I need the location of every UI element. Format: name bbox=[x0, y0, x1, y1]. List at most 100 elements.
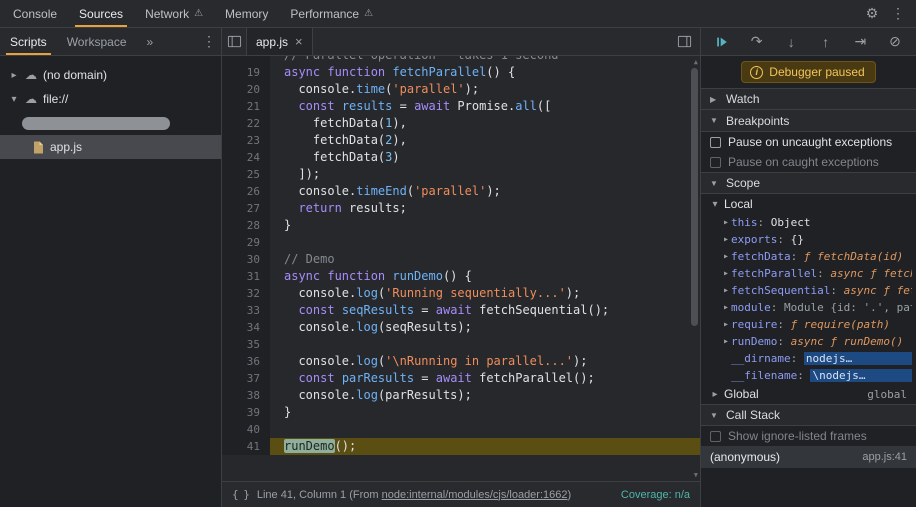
panel-toggle-icon[interactable] bbox=[672, 30, 696, 54]
scroll-up-icon[interactable]: ▲ bbox=[694, 58, 698, 66]
step-icon[interactable]: ⇥ bbox=[850, 33, 870, 50]
tree-item-appjs[interactable]: app.js bbox=[0, 135, 221, 159]
section-watch[interactable]: ▶ Watch bbox=[701, 88, 916, 110]
scope-global-group[interactable]: ▸ Global global bbox=[701, 384, 916, 404]
editor-scrollbar[interactable]: ▲ ▼ bbox=[688, 56, 700, 481]
line-number[interactable]: 27 bbox=[222, 200, 270, 217]
checkbox[interactable] bbox=[710, 137, 721, 148]
code-line[interactable]: 39} bbox=[222, 404, 700, 421]
code-line[interactable]: 21 const results = await Promise.all([ bbox=[222, 98, 700, 115]
expand-arrow-icon[interactable]: ▸ bbox=[721, 319, 731, 330]
expand-arrow-icon[interactable]: ▸ bbox=[721, 336, 731, 347]
expand-arrow-icon[interactable]: ▸ bbox=[721, 251, 731, 262]
code-line[interactable]: 26 console.timeEnd('parallel'); bbox=[222, 183, 700, 200]
tab-workspace[interactable]: Workspace bbox=[57, 28, 137, 55]
code-line[interactable]: 30// Demo bbox=[222, 251, 700, 268]
line-number[interactable]: 19 bbox=[222, 64, 270, 81]
step-into-icon[interactable]: ↓ bbox=[781, 34, 801, 50]
expand-arrow-icon[interactable]: ▸ bbox=[721, 302, 731, 313]
breakpoint-toggle-row[interactable]: Pause on uncaught exceptions bbox=[701, 132, 916, 152]
code-line[interactable]: 34 console.log(seqResults); bbox=[222, 319, 700, 336]
deactivate-breakpoints-icon[interactable]: ⊘ bbox=[885, 33, 905, 50]
scope-entry-fetchParallel[interactable]: ▸fetchParallel: async ƒ fetchParallel() bbox=[701, 265, 916, 282]
line-number[interactable]: 37 bbox=[222, 370, 270, 387]
checkbox[interactable] bbox=[710, 157, 721, 168]
line-number[interactable]: 31 bbox=[222, 268, 270, 285]
tab-console[interactable]: Console bbox=[2, 0, 68, 27]
line-number[interactable]: 23 bbox=[222, 132, 270, 149]
line-number[interactable]: 35 bbox=[222, 336, 270, 353]
line-number[interactable]: 33 bbox=[222, 302, 270, 319]
scope-entry-this[interactable]: ▸this: Object bbox=[701, 214, 916, 231]
line-number[interactable]: 32 bbox=[222, 285, 270, 302]
code-line[interactable]: 32 console.log('Running sequentially...'… bbox=[222, 285, 700, 302]
scope-entry-fetchData[interactable]: ▸fetchData: ƒ fetchData(id) bbox=[701, 248, 916, 265]
coverage-status[interactable]: Coverage: n/a bbox=[621, 489, 690, 501]
tab-network[interactable]: Network ⚠ bbox=[134, 0, 214, 27]
section-collapsed-icon[interactable]: ▶ bbox=[710, 95, 719, 104]
line-number[interactable]: 36 bbox=[222, 353, 270, 370]
scrollbar-thumb[interactable] bbox=[691, 68, 698, 326]
code-line[interactable]: 36 console.log('\nRunning in parallel...… bbox=[222, 353, 700, 370]
pretty-print-icon[interactable]: { } bbox=[232, 488, 249, 501]
line-number[interactable]: 34 bbox=[222, 319, 270, 336]
step-over-icon[interactable]: ↷ bbox=[747, 33, 767, 50]
section-scope[interactable]: ▼ Scope bbox=[701, 172, 916, 194]
code-line[interactable]: 20 console.time('parallel'); bbox=[222, 81, 700, 98]
scope-entry-exports[interactable]: ▸exports: {} bbox=[701, 231, 916, 248]
collapse-arrow-icon[interactable]: ▾ bbox=[710, 199, 720, 210]
section-expanded-icon[interactable]: ▼ bbox=[710, 116, 719, 125]
tree-item-no-domain[interactable]: ▸ ☁ (no domain) bbox=[0, 63, 221, 87]
step-out-icon[interactable]: ↑ bbox=[816, 34, 836, 50]
more-tabs-icon[interactable]: » bbox=[137, 28, 164, 55]
editor-tab-appjs[interactable]: app.js × bbox=[246, 28, 313, 55]
expand-arrow-icon[interactable]: ▸ bbox=[9, 70, 19, 81]
line-number[interactable]: 40 bbox=[222, 421, 270, 438]
settings-gear-icon[interactable]: ⚙ bbox=[860, 2, 884, 26]
line-number[interactable]: 38 bbox=[222, 387, 270, 404]
scope-entry-__filename[interactable]: __filename: \nodejs… bbox=[701, 367, 916, 384]
ignore-listed-frames-row[interactable]: Show ignore-listed frames bbox=[701, 426, 916, 446]
line-number[interactable]: 20 bbox=[222, 81, 270, 98]
section-expanded-icon[interactable]: ▼ bbox=[710, 411, 719, 420]
line-number[interactable]: 39 bbox=[222, 404, 270, 421]
call-stack-frame[interactable]: (anonymous)app.js:41 bbox=[701, 446, 916, 468]
scope-entry-module[interactable]: ▸module: Module {id: '.', path… bbox=[701, 299, 916, 316]
code-line[interactable]: 24 fetchData(3) bbox=[222, 149, 700, 166]
line-number[interactable] bbox=[222, 56, 270, 64]
line-number[interactable]: 26 bbox=[222, 183, 270, 200]
code-line[interactable]: 38 console.log(parResults); bbox=[222, 387, 700, 404]
line-number[interactable]: 28 bbox=[222, 217, 270, 234]
expand-arrow-icon[interactable]: ▸ bbox=[710, 389, 720, 400]
scope-entry-fetchSequential[interactable]: ▸fetchSequential: async ƒ fetchSequentia… bbox=[701, 282, 916, 299]
scope-entry-__dirname[interactable]: __dirname: nodejs… bbox=[701, 350, 916, 367]
code-line[interactable]: 33 const seqResults = await fetchSequent… bbox=[222, 302, 700, 319]
collapse-arrow-icon[interactable]: ▾ bbox=[9, 94, 19, 105]
code-line[interactable]: 29 bbox=[222, 234, 700, 251]
line-number[interactable]: 21 bbox=[222, 98, 270, 115]
navigator-more-options-icon[interactable]: ⋮ bbox=[197, 30, 221, 54]
scope-entry-require[interactable]: ▸require: ƒ require(path) bbox=[701, 316, 916, 333]
scroll-down-icon[interactable]: ▼ bbox=[694, 471, 698, 479]
tab-sources[interactable]: Sources bbox=[68, 0, 134, 27]
navigator-toggle-icon[interactable] bbox=[222, 30, 246, 54]
scope-local-group[interactable]: ▾ Local bbox=[701, 194, 916, 214]
more-options-icon[interactable]: ⋮ bbox=[886, 2, 910, 26]
code-line[interactable]: 27 return results; bbox=[222, 200, 700, 217]
code-line[interactable]: 23 fetchData(2), bbox=[222, 132, 700, 149]
code-line[interactable]: 22 fetchData(1), bbox=[222, 115, 700, 132]
line-number[interactable]: 29 bbox=[222, 234, 270, 251]
expand-arrow-icon[interactable]: ▸ bbox=[721, 268, 731, 279]
scope-entry-runDemo[interactable]: ▸runDemo: async ƒ runDemo() bbox=[701, 333, 916, 350]
resume-icon[interactable] bbox=[712, 35, 732, 49]
section-breakpoints[interactable]: ▼ Breakpoints bbox=[701, 110, 916, 132]
code-editor[interactable]: // Parallel operation - takes 1 second19… bbox=[222, 56, 700, 481]
tab-performance[interactable]: Performance ⚠ bbox=[279, 0, 384, 27]
line-number[interactable]: 30 bbox=[222, 251, 270, 268]
tree-item-file-domain[interactable]: ▾ ☁ file:// bbox=[0, 87, 221, 111]
expand-arrow-icon[interactable]: ▸ bbox=[721, 217, 731, 228]
code-line[interactable]: // Parallel operation - takes 1 second bbox=[222, 56, 700, 64]
tree-item-folder[interactable] bbox=[0, 111, 221, 135]
code-line[interactable]: 41runDemo(); bbox=[222, 438, 700, 455]
tab-memory[interactable]: Memory bbox=[214, 0, 279, 27]
